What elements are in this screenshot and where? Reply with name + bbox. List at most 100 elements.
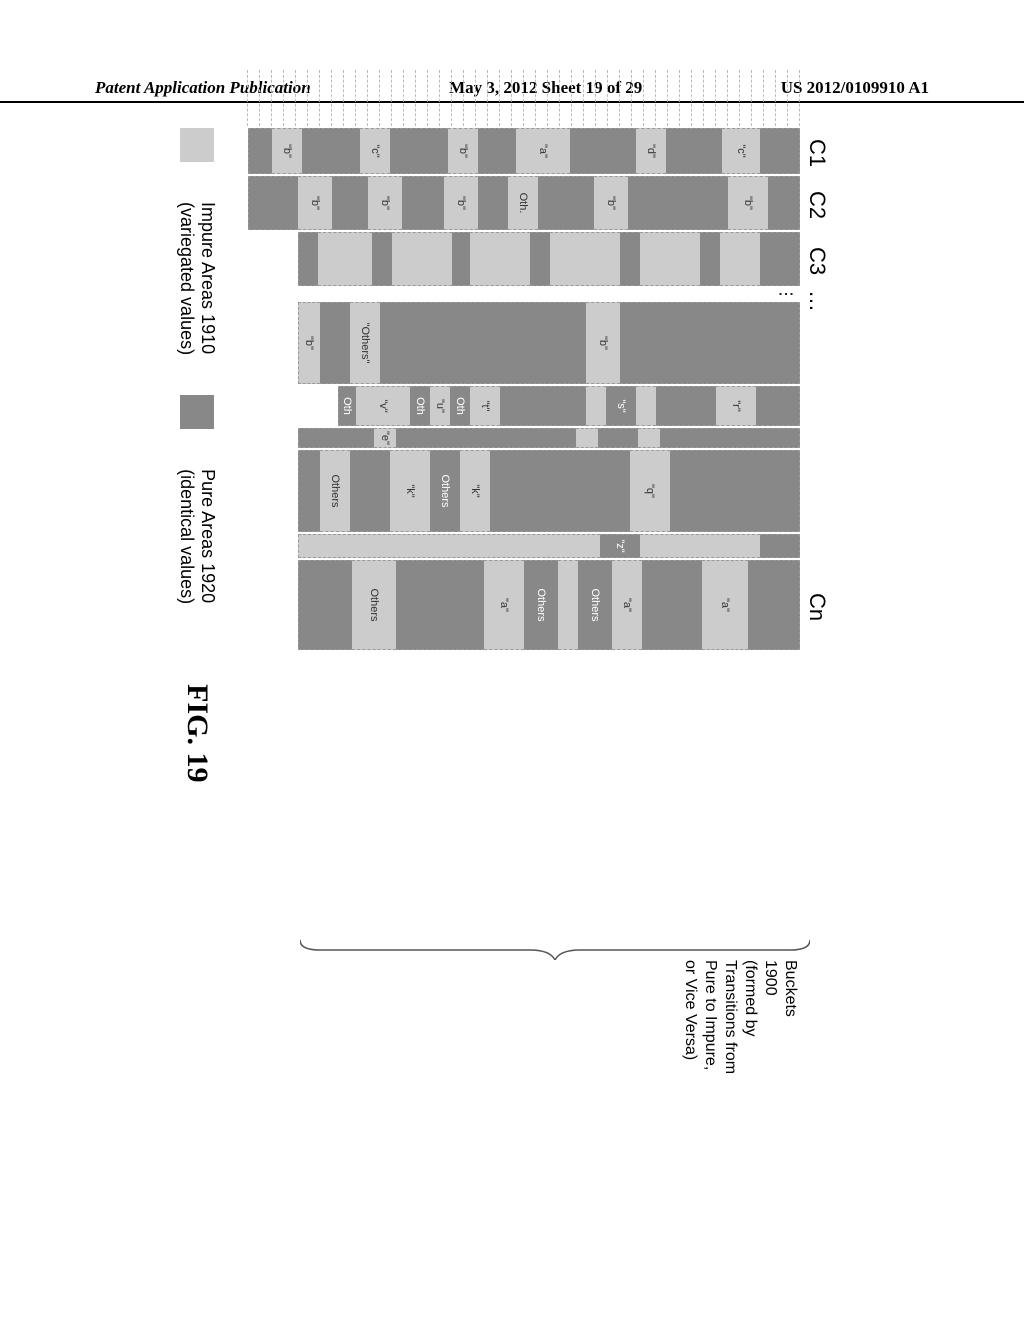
pure-cell: "s": [606, 386, 636, 426]
pure-cell: [530, 232, 550, 286]
column: "q""k"Others"k"Others: [236, 450, 800, 532]
impure-cell: "b": [368, 176, 402, 230]
row-ticks: [236, 70, 800, 126]
pure-cell: Oth: [410, 386, 430, 426]
col-header: C2: [804, 178, 830, 232]
impure-cell: [640, 232, 700, 286]
column: "b""b"Oth."b""b""b": [236, 176, 800, 230]
pure-cell: [452, 232, 470, 286]
impure-cell: "b": [298, 176, 332, 230]
figure-19: C1C2C3…Cn Buckets 1900 (formed by Transi…: [150, 70, 830, 950]
pure-cell: [298, 450, 320, 532]
brace-title: Buckets: [780, 960, 800, 1080]
impure-cell: [720, 232, 760, 286]
pure-cell: [320, 302, 350, 384]
impure-cell: "b": [444, 176, 478, 230]
column: "a""a"OthersOthers"a"Others: [236, 560, 800, 650]
col-header: Cn: [804, 562, 830, 652]
impure-cell: [640, 534, 760, 558]
pure-cell: [248, 176, 298, 230]
legend: Impure Areas 1910 (variegated values) Pu…: [177, 70, 218, 950]
pure-cell: [620, 232, 640, 286]
pure-cell: [620, 302, 800, 384]
brace-icon: [300, 936, 810, 960]
pure-cell: [298, 560, 352, 650]
column: [236, 232, 800, 286]
pure-swatch: [180, 395, 214, 429]
impure-cell: "b": [586, 302, 620, 384]
impure-cell: Others: [320, 450, 350, 532]
impure-cell: "a": [612, 560, 642, 650]
pure-cell: [570, 128, 636, 174]
buckets-label: Buckets 1900 (formed by Transitions from…: [680, 960, 800, 1080]
col-header: …: [804, 290, 830, 302]
pure-cell: [538, 176, 594, 230]
pure-cell: [748, 560, 800, 650]
col-header: C1: [804, 130, 830, 176]
impure-cell: [586, 386, 606, 426]
brace-note: (formed by Transitions from Pure to Impu…: [680, 960, 760, 1080]
impure-cell: "b": [728, 176, 768, 230]
column: "c""d""a""b""c""b": [236, 128, 800, 174]
legend-impure-sub: (variegated values): [177, 202, 198, 355]
pure-cell: [628, 176, 728, 230]
figure-number: FIG. 19: [180, 684, 214, 782]
pure-cell: Oth: [450, 386, 470, 426]
col-header: [804, 452, 830, 534]
impure-cell: [318, 232, 372, 286]
pure-cell: "z": [600, 534, 640, 558]
impure-cell: "Others": [350, 302, 380, 384]
column-headers: C1C2C3…Cn: [804, 70, 830, 950]
ellipsis-column: ⋮: [236, 288, 800, 300]
column: "r""s""t"Oth"u"Oth"v"Oth: [236, 386, 800, 426]
impure-swatch: [180, 128, 214, 162]
impure-cell: "b": [298, 302, 320, 384]
column: "e": [236, 428, 800, 448]
pure-cell: [760, 128, 800, 174]
pure-cell: [500, 386, 586, 426]
pure-cell: [642, 560, 702, 650]
impure-cell: [636, 386, 656, 426]
pure-cell: [396, 560, 484, 650]
pure-cell: [760, 232, 800, 286]
impure-cell: "t": [470, 386, 500, 426]
pure-cell: [656, 386, 716, 426]
pure-cell: Others: [578, 560, 612, 650]
impure-cell: [638, 428, 660, 448]
impure-cell: "r": [716, 386, 756, 426]
impure-cell: "d": [636, 128, 666, 174]
col-header: [804, 430, 830, 450]
pure-cell: [298, 232, 318, 286]
impure-cell: "b": [448, 128, 478, 174]
impure-cell: [576, 428, 598, 448]
pure-cell: [390, 128, 448, 174]
impure-cell: [558, 560, 578, 650]
pure-cell: [598, 428, 638, 448]
col-header: [804, 536, 830, 560]
col-header: [804, 388, 830, 428]
impure-cell: "c": [360, 128, 390, 174]
impure-cell: Others: [352, 560, 396, 650]
pure-cell: [700, 232, 720, 286]
pure-cell: Others: [430, 450, 460, 532]
pure-cell: [768, 176, 800, 230]
pure-cell: [302, 128, 360, 174]
pure-cell: [380, 302, 586, 384]
legend-pure: Pure Areas 1920 (identical values): [177, 469, 218, 604]
impure-cell: "c": [722, 128, 760, 174]
pure-cell: [396, 428, 576, 448]
impure-cell: Oth.: [508, 176, 538, 230]
legend-impure-label: Impure Areas 1910: [197, 202, 218, 355]
impure-cell: [550, 232, 620, 286]
impure-cell: "q": [630, 450, 670, 532]
pure-cell: Oth: [338, 386, 356, 426]
column: "b" "Others" "b": [236, 302, 800, 384]
impure-cell: "v": [356, 386, 410, 426]
pure-cell: [666, 128, 722, 174]
pure-cell: [660, 428, 800, 448]
legend-pure-sub: (identical values): [177, 469, 198, 604]
column: "z": [236, 534, 800, 558]
pure-cell: [670, 450, 800, 532]
pure-cell: [350, 450, 390, 532]
pure-cell: [478, 128, 516, 174]
